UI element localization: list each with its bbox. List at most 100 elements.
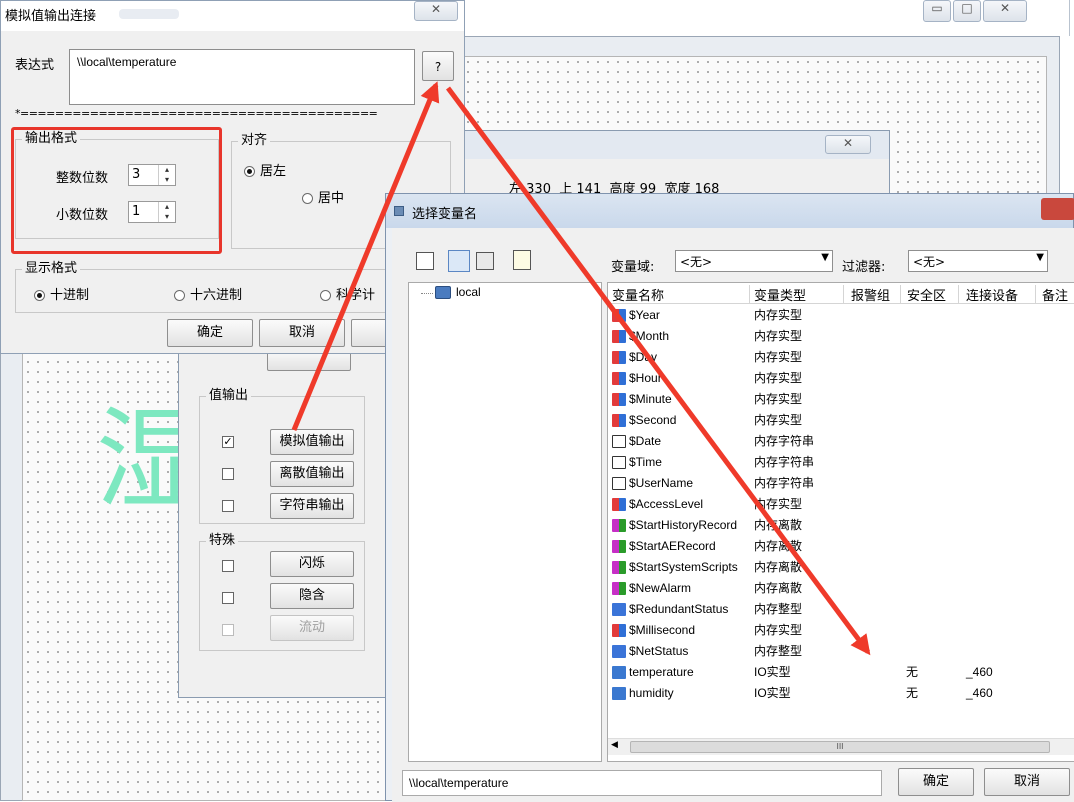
table-row[interactable]: $StartHistoryRecord 内存离散 [608,515,1074,536]
analog-dialog-title: 模拟值输出连接 [5,9,97,24]
var-ok-button[interactable]: 确定 [898,768,974,796]
variable-name: $Day [629,350,658,364]
radio-icon [302,193,313,204]
discrete-output-button[interactable]: 离散值输出 [270,461,354,487]
table-row[interactable]: $Second 内存实型 [608,410,1074,431]
hide-checkbox[interactable] [222,592,234,604]
int-variable-icon [612,603,626,616]
expression-help-button[interactable]: ? [422,51,454,81]
table-row[interactable]: $StartAERecord 内存离散 [608,536,1074,557]
analog-output-checkbox[interactable]: ✓ [222,436,234,448]
hex-radio[interactable]: 十六进制 [174,284,242,303]
table-row[interactable]: $NewAlarm 内存离散 [608,578,1074,599]
table-row[interactable]: $Hour 内存实型 [608,368,1074,389]
variable-type: 内存整型 [754,644,803,658]
variable-name: humidity [629,686,674,700]
var-close-button[interactable] [1041,198,1074,220]
table-row[interactable]: humidity IO实型 无 _460 [608,683,1074,704]
value-output-title: 值输出 [206,388,252,404]
scroll-thumb[interactable]: III [630,741,1050,753]
column-type[interactable]: 变量类型 [754,285,844,304]
table-row[interactable]: $RedundantStatus 内存整型 [608,599,1074,620]
details-view-icon[interactable] [448,250,470,272]
real-variable-icon [612,330,626,343]
filter-select[interactable]: <无> ▼ [908,250,1048,272]
hide-button[interactable]: 隐含 [270,583,354,609]
filter-select-value: <无> [913,255,946,269]
variable-type: 内存离散 [754,581,803,595]
output-format-highlight [11,127,222,254]
variable-name: $Year [629,308,660,322]
table-row[interactable]: $Time 内存字符串 [608,452,1074,473]
real-variable-icon [612,351,626,364]
expression-input[interactable]: \\local\temperature [69,49,415,105]
align-left-radio[interactable]: 居左 [244,160,286,179]
column-notes[interactable]: 备注 [1042,285,1068,304]
blink-checkbox[interactable] [222,560,234,572]
select-variable-dialog: 选择变量名 变量域: <无> ▼ 过滤器: <无> ▼ local 变量名称 变… [385,193,1074,802]
table-row[interactable]: $Year 内存实型 [608,305,1074,326]
horizontal-scrollbar[interactable]: ◀ III [608,738,1074,755]
filter-label: 过滤器: [842,260,886,275]
table-row[interactable]: $UserName 内存字符串 [608,473,1074,494]
tree-root-label[interactable]: local [456,285,481,299]
real-variable-icon [612,624,626,637]
expression-separator: *=======================================… [15,107,378,120]
list-view-icon[interactable] [416,252,434,270]
variable-type: 内存整型 [754,602,803,616]
variable-tree[interactable]: local [408,282,602,762]
align-center-radio[interactable]: 居中 [302,187,344,206]
discrete-output-checkbox[interactable] [222,468,234,480]
table-row[interactable]: $NetStatus 内存整型 [608,641,1074,662]
analog-output-button[interactable]: 模拟值输出 [270,429,354,455]
variable-type: 内存离散 [754,518,803,532]
real-variable-icon [612,372,626,385]
blink-button[interactable]: 闪烁 [270,551,354,577]
domain-select[interactable]: <无> ▼ [675,250,833,272]
table-row[interactable]: $Millisecond 内存实型 [608,620,1074,641]
table-row[interactable]: temperature IO实型 无 _460 [608,662,1074,683]
variable-list[interactable]: 变量名称 变量类型 报警组 安全区 连接设备 备注 $Year 内存实型 $Mont… [607,282,1074,762]
table-row[interactable]: $Date 内存字符串 [608,431,1074,452]
analog-ok-button[interactable]: 确定 [167,319,253,347]
decimal-radio[interactable]: 十进制 [34,284,89,303]
table-row[interactable]: $Month 内存实型 [608,326,1074,347]
flow-checkbox[interactable] [222,624,234,636]
variable-device: _460 [966,686,993,700]
analog-cancel-button[interactable]: 取消 [259,319,345,347]
column-name[interactable]: 变量名称 [612,285,750,304]
column-security[interactable]: 安全区 [907,285,959,304]
variable-name: $RedundantStatus [629,602,729,616]
variable-type: 内存实型 [754,392,803,406]
chevron-down-icon[interactable]: ▼ [821,252,829,263]
flow-button[interactable]: 流动 [270,615,354,641]
title-blur [119,9,179,19]
table-row[interactable]: $Day 内存实型 [608,347,1074,368]
column-device[interactable]: 连接设备 [966,285,1036,304]
string-output-button[interactable]: 字符串输出 [270,493,354,519]
table-row[interactable]: $StartSystemScripts 内存离散 [608,557,1074,578]
int-variable-icon [612,645,626,658]
variable-name: $Date [629,434,662,448]
str-variable-icon [612,456,626,469]
column-alarm-group[interactable]: 报警组 [851,285,901,304]
selected-path-field[interactable]: \\local\temperature [402,770,882,796]
scroll-left-icon[interactable]: ◀ [611,740,618,750]
window-icon [394,206,404,216]
maximize-button[interactable]: □ [953,0,981,22]
var-cancel-button[interactable]: 取消 [984,768,1070,796]
analog-close-button[interactable]: ✕ [414,1,458,21]
minimize-button[interactable]: ▭ [923,0,951,22]
close-button[interactable]: ✕ [983,0,1027,22]
grid-view-icon[interactable] [476,252,494,270]
string-output-checkbox[interactable] [222,500,234,512]
properties-view-icon[interactable] [513,250,531,270]
computer-icon [435,286,451,299]
properties-close-button[interactable]: ✕ [825,135,871,154]
table-row[interactable]: $AccessLevel 内存实型 [608,494,1074,515]
chevron-down-icon[interactable]: ▼ [1036,252,1044,263]
variable-type: IO实型 [754,665,791,679]
variable-type: 内存实型 [754,371,803,385]
sci-radio[interactable]: 科学计 [320,284,375,303]
table-row[interactable]: $Minute 内存实型 [608,389,1074,410]
